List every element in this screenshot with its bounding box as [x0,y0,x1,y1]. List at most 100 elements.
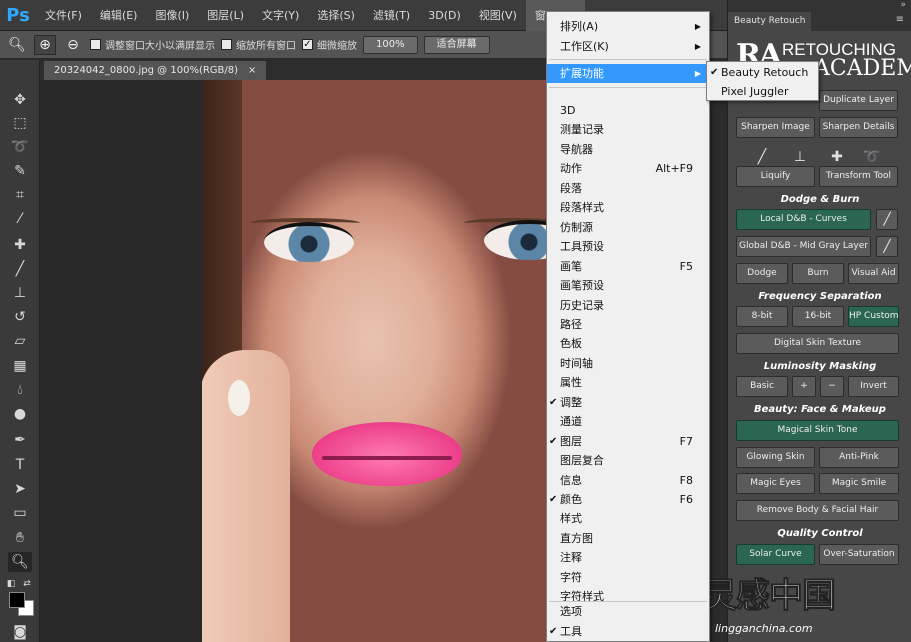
clone-stamp-tool-icon[interactable]: ⊥ [8,283,32,303]
zoom-all-windows-checkbox[interactable]: 缩放所有窗口 [221,37,296,52]
resize-windows-checkbox[interactable]: 调整窗口大小以满屏显示 [90,37,215,52]
menu-item-panel[interactable]: 路径 [547,315,709,334]
fit-screen-button[interactable]: 适合屏幕 [423,35,490,54]
menu-item-panel[interactable]: 信息 F8 [547,471,709,490]
glowing-skin-button[interactable]: Glowing Skin [736,447,815,468]
sharpen-details-button[interactable]: Sharpen Details [819,117,898,138]
menu-item-options[interactable]: 选项 [547,602,709,621]
menu-layer[interactable]: 图层(L) [198,0,253,31]
menu-select[interactable]: 选择(S) [308,0,364,31]
local-db-brush-icon[interactable]: ╱ [876,209,898,230]
menu-image[interactable]: 图像(I) [146,0,198,31]
menu-item-panel[interactable]: 动作 Alt+F9 [547,159,709,178]
menu-view[interactable]: 视图(V) [470,0,526,31]
swap-colors-icon[interactable]: ⇄ [20,574,34,594]
menu-item-panel[interactable]: 段落 [547,179,709,198]
menu-item-panel[interactable]: 段落样式 [547,198,709,217]
eyedropper-tool-icon[interactable]: ⁄ [8,209,32,229]
hp-custom-button[interactable]: HP Custom [848,306,899,327]
menu-item-panel[interactable]: 色板 [547,334,709,353]
magical-skin-tone-button[interactable]: Magical Skin Tone [736,420,899,441]
menu-item-panel[interactable]: 样式 [547,509,709,528]
eraser-tool-icon[interactable]: ▱ [8,331,32,351]
bandage-icon[interactable]: ✚ [825,147,849,167]
panel-menu-icon[interactable]: ≡ [896,14,904,25]
menu-item-extensions[interactable]: 扩展功能 ▶ [547,64,709,83]
path-selection-tool-icon[interactable]: ➤ [8,479,32,499]
default-colors-icon[interactable]: ◧ [4,574,18,594]
magic-eyes-button[interactable]: Magic Eyes [736,473,815,494]
zoom-out-icon[interactable]: ⊖ [62,35,84,55]
basic-button[interactable]: Basic [736,376,788,397]
menu-item-panel[interactable]: 工具预设 [547,237,709,256]
menu-item-panel[interactable]: 仿制源 [547,218,709,237]
menu-filter[interactable]: 滤镜(T) [364,0,419,31]
transform-tool-button[interactable]: Transform Tool [819,166,898,187]
history-brush-tool-icon[interactable]: ↺ [8,307,32,327]
type-tool-icon[interactable]: T [8,455,32,475]
lasso-icon[interactable]: ➰ [860,147,884,167]
zoom-100-button[interactable]: 100% [363,35,418,54]
anti-pink-button[interactable]: Anti-Pink [819,447,899,468]
menu-item-panel[interactable]: ✔ 颜色 F6 [547,490,709,509]
minus-button[interactable]: − [820,376,844,397]
digital-skin-texture-button[interactable]: Digital Skin Texture [736,333,899,354]
collapse-icon[interactable]: » [900,0,906,10]
menu-item-panel[interactable]: 历史记录 [547,296,709,315]
checkbox-box-checked[interactable]: ✓ [302,39,313,50]
plus-button[interactable]: + [792,376,816,397]
dodge-tool-icon[interactable]: ● [8,404,32,424]
zoom-tool-preset-icon[interactable]: 🔍︎ [6,35,28,55]
lasso-tool-icon[interactable]: ➰ [8,137,32,157]
pen-tool-icon[interactable]: ✒ [8,430,32,450]
blur-tool-icon[interactable]: 💧︎ [8,380,32,400]
zoom-tool-icon[interactable]: 🔍︎ [8,552,32,572]
menu-file[interactable]: 文件(F) [36,0,91,31]
menu-item-panel[interactable]: 画笔 F5 [547,257,709,276]
crop-tool-icon[interactable]: ⌗ [8,185,32,205]
menu-item-panel[interactable]: 通道 [547,412,709,431]
menu-item-arrange[interactable]: 排列(A) ▶ [547,17,709,36]
solar-curve-button[interactable]: Solar Curve [736,544,815,565]
menu-item-panel[interactable]: 属性 [547,373,709,392]
menu-item-panel[interactable]: ✔ 图层 F7 [547,432,709,451]
remove-body-hair-button[interactable]: Remove Body & Facial Hair [736,500,899,521]
global-db-brush-icon[interactable]: ╱ [876,236,898,257]
checkbox-box[interactable] [90,39,101,50]
marquee-tool-icon[interactable]: ⬚ [8,113,32,133]
brush-icon[interactable]: ╱ [750,147,774,167]
liquify-button[interactable]: Liquify [736,166,815,187]
submenu-item-pixel-juggler[interactable]: Pixel Juggler [707,82,818,101]
canvas-area[interactable] [40,80,546,642]
menu-item-panel[interactable]: 图层复合 [547,451,709,470]
document-tab[interactable]: 20324042_0800.jpg @ 100%(RGB/8) × [44,61,267,80]
menu-3d[interactable]: 3D(D) [419,0,470,31]
duplicate-layer-button[interactable]: Duplicate Layer [819,90,898,111]
stamp-icon[interactable]: ⊥ [788,147,812,167]
magic-smile-button[interactable]: Magic Smile [819,473,899,494]
menu-item-panel[interactable]: ✔ 调整 [547,393,709,412]
menu-edit[interactable]: 编辑(E) [91,0,147,31]
burn-button[interactable]: Burn [792,263,844,284]
menu-item-tools[interactable]: ✔ 工具 [547,622,709,641]
close-tab-icon[interactable]: × [248,61,256,80]
move-tool-icon[interactable]: ✥ [8,90,32,110]
16bit-button[interactable]: 16-bit [792,306,844,327]
panel-tab[interactable]: Beauty Retouch [728,12,812,31]
quick-mask-icon[interactable]: ◙ [8,622,32,642]
quick-select-tool-icon[interactable]: ✎ [8,161,32,181]
menu-item-panel[interactable]: 直方图 [547,529,709,548]
menu-item-workspace[interactable]: 工作区(K) ▶ [547,37,709,56]
local-db-curves-button[interactable]: Local D&B - Curves [736,209,871,230]
sharpen-image-button[interactable]: Sharpen Image [736,117,815,138]
invert-button[interactable]: Invert [848,376,899,397]
visual-aid-button[interactable]: Visual Aid [848,263,899,284]
foreground-color-swatch[interactable] [9,592,25,608]
global-db-button[interactable]: Global D&B - Mid Gray Layer [736,236,871,257]
menu-item-panel[interactable]: 字符 [547,568,709,587]
scrubby-zoom-checkbox[interactable]: ✓ 细微缩放 [302,37,357,52]
checkbox-box[interactable] [221,39,232,50]
menu-item-panel[interactable]: 3D [547,101,709,120]
dodge-button[interactable]: Dodge [736,263,788,284]
menu-item-panel[interactable]: 导航器 [547,140,709,159]
